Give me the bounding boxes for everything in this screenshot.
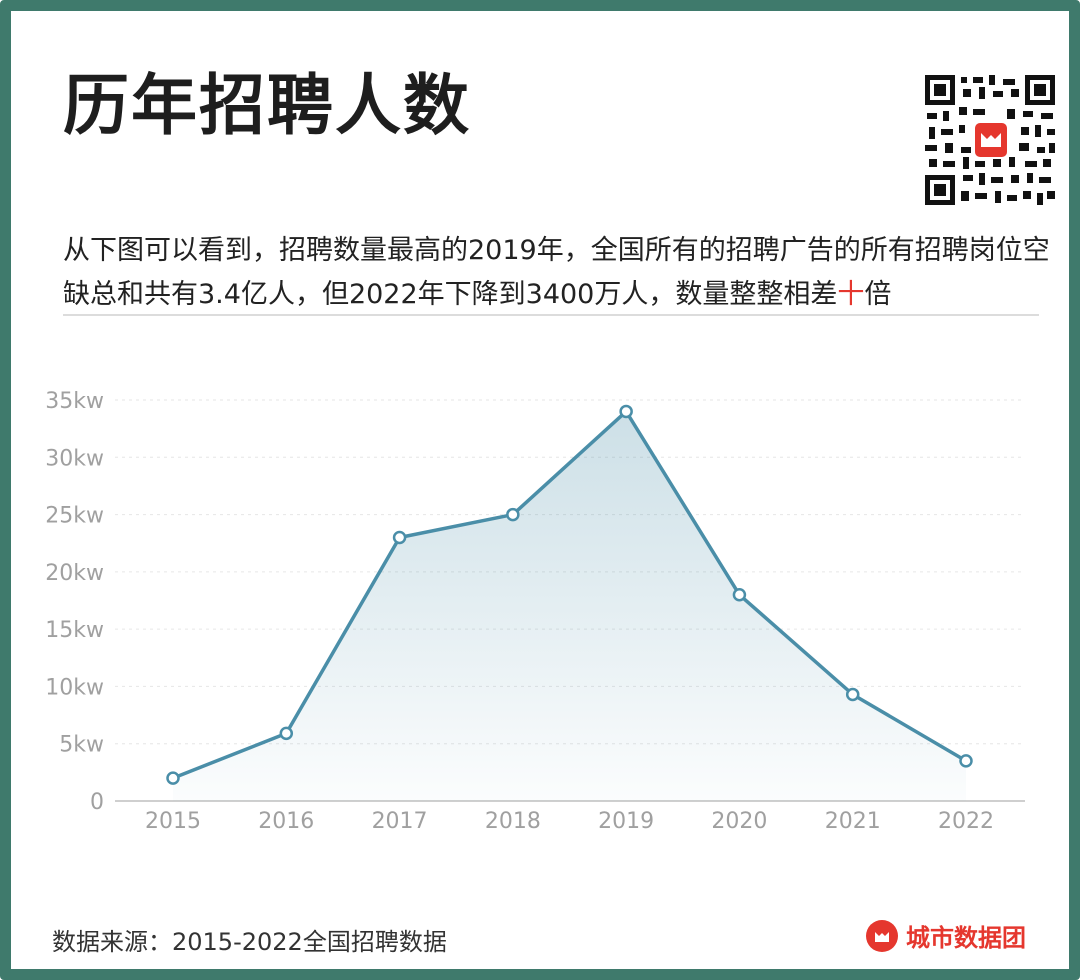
y-tick-label: 20kw (45, 561, 104, 586)
brand-logo-icon (866, 919, 898, 952)
x-tick-label: 2022 (938, 809, 994, 834)
description-highlight: 十 (837, 279, 865, 310)
x-tick-label: 2020 (711, 809, 767, 834)
divider (63, 314, 1039, 316)
data-point (506, 507, 520, 522)
y-tick-label: 30kw (45, 446, 104, 471)
data-point (959, 754, 973, 768)
brand: 城市数据团 (866, 918, 1026, 953)
brand-name: 城市数据团 (906, 924, 1026, 952)
description-text: 从下图可以看到，招聘数量最高的2019年，全国所有的招聘广告的所有招聘岗位空缺总… (63, 235, 1050, 310)
description-suffix: 倍 (864, 279, 892, 310)
data-point (279, 726, 294, 741)
series-area (173, 411, 966, 801)
y-tick-label: 0 (90, 790, 104, 815)
source-note: 数据来源：2015-2022全国招聘数据 (52, 928, 447, 956)
data-point (619, 404, 633, 419)
data-point (166, 771, 180, 785)
x-tick-label: 2021 (825, 809, 881, 834)
description: 从下图可以看到，招聘数量最高的2019年，全国所有的招聘广告的所有招聘岗位空缺总… (63, 229, 1063, 317)
qr-code (923, 73, 1057, 207)
y-tick-label: 15kw (45, 618, 104, 643)
data-point (845, 687, 860, 702)
y-tick-label: 35kw (45, 389, 104, 414)
data-point (732, 588, 747, 602)
y-tick-label: 5kw (59, 733, 104, 758)
area-chart: 0 5kw 10kw 15kw 20kw 25kw 30kw 35kw 2015 2016 2017… (45, 389, 1025, 834)
x-tick-label: 2015 (145, 809, 201, 834)
data-point (392, 530, 407, 545)
y-tick-label: 25kw (45, 504, 104, 529)
page-title: 历年招聘人数 (63, 67, 471, 144)
x-tick-label: 2016 (258, 809, 314, 834)
x-tick-label: 2018 (485, 809, 541, 834)
x-tick-label: 2019 (598, 809, 654, 834)
y-tick-label: 10kw (45, 675, 104, 700)
x-tick-label: 2017 (372, 809, 428, 834)
